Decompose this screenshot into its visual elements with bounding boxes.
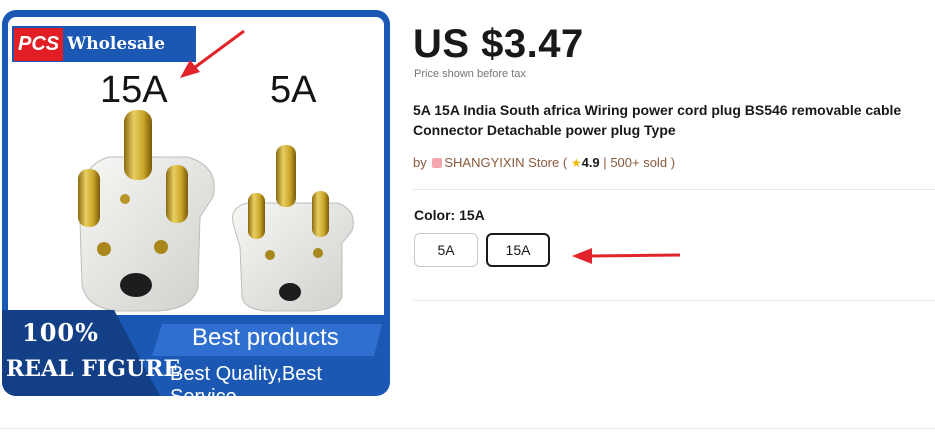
brand-wholesale: Wholesale <box>67 34 166 54</box>
option-5a[interactable]: 5A <box>414 233 478 267</box>
store-rating: 4.9 <box>581 155 600 170</box>
label-5a: 5A <box>270 69 317 111</box>
badge-real-figure: REAL FIGURE <box>6 356 181 382</box>
color-label: Color: 15A <box>414 207 485 223</box>
divider-top <box>413 189 935 190</box>
bottom-rule <box>0 428 935 429</box>
banner-best-quality: Best Quality,Best Service <box>170 363 322 396</box>
store-icon <box>432 158 443 168</box>
price: US $3.47 <box>413 22 584 66</box>
banner-best-products: Best products <box>192 324 339 351</box>
store-link[interactable]: SHANGYIXIN Store <box>444 155 559 170</box>
tax-note: Price shown before tax <box>414 68 526 80</box>
product-photo: PCS Wholesale 15A 5A <box>8 17 384 315</box>
product-image[interactable]: PCS Wholesale 15A 5A 100% REAL FIGURE Be… <box>2 10 390 396</box>
store-prefix: by <box>413 155 427 170</box>
rating-open-paren: ( <box>562 155 568 170</box>
brand-pcs: PCS <box>14 27 64 61</box>
arrow-to-15a-option <box>572 248 681 264</box>
badge-100-percent: 100% <box>22 318 99 347</box>
divider-bottom <box>413 300 935 301</box>
separator: | <box>603 155 607 170</box>
store-line: by SHANGYIXIN Store ( ★4.9 | 500+ sold ) <box>413 155 675 170</box>
option-15a-selected[interactable]: 15A <box>486 233 550 267</box>
star-icon: ★ <box>570 156 582 170</box>
rating-close-paren: ) <box>670 155 676 170</box>
brand-badge: PCS Wholesale <box>12 26 196 62</box>
label-15a: 15A <box>100 69 168 111</box>
sold-count: 500+ sold <box>610 155 668 170</box>
product-title: 5A 15A India South africa Wiring power c… <box>413 102 902 138</box>
